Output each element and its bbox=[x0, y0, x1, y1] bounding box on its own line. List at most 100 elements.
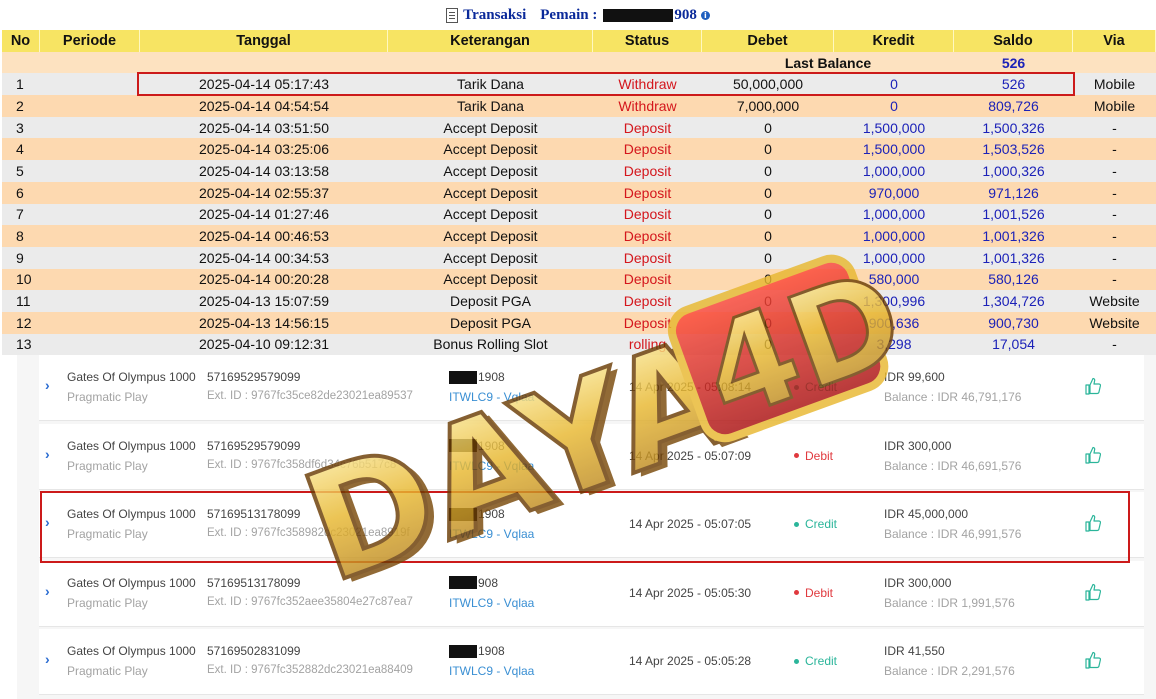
cell-kredit: 1,500,000 bbox=[834, 138, 954, 161]
agent-link[interactable]: ITWLC9 - Vqlaa bbox=[449, 390, 534, 404]
bet-id: 57169502831099 bbox=[207, 644, 301, 658]
username: 1908 bbox=[449, 644, 505, 658]
bet-type: Debit bbox=[794, 449, 833, 463]
bet-history-list: › Gates Of Olympus 1000 Pragmatic Play 5716… bbox=[17, 355, 1156, 699]
list-item[interactable]: › Gates Of Olympus 1000 Pragmatic Play 5716… bbox=[39, 492, 1144, 558]
list-item[interactable]: › Gates Of Olympus 1000 Pragmatic Play 5716… bbox=[39, 423, 1144, 490]
agent-link[interactable]: ITWLC9 - Vqlaa bbox=[449, 664, 534, 678]
bet-balance: Balance : IDR 46,791,176 bbox=[884, 390, 1022, 404]
cell-via: Mobile bbox=[1073, 95, 1156, 117]
table-row: 2 2025-04-14 04:54:54 Tarik Dana Withdraw 7,… bbox=[2, 95, 1156, 117]
cell-no: 7 bbox=[2, 203, 40, 226]
last-balance-label: Last Balance bbox=[702, 51, 954, 74]
table-row: 5 2025-04-14 03:13:58 Accept Deposit Deposi… bbox=[2, 160, 1156, 182]
game-name: Gates Of Olympus 1000 bbox=[67, 438, 196, 453]
bet-amount: IDR 99,600 bbox=[884, 370, 945, 384]
page-title: Transaksi Pemain : 908 i bbox=[0, 0, 1156, 30]
username-suffix: 1908 bbox=[478, 370, 505, 384]
list-item[interactable]: › Gates Of Olympus 1000 Pragmatic Play 5716… bbox=[39, 560, 1144, 627]
thumbs-up-icon[interactable] bbox=[1085, 514, 1101, 532]
info-icon[interactable]: i bbox=[700, 10, 710, 20]
cell-no: 13 bbox=[2, 333, 40, 356]
list-item[interactable]: › Gates Of Olympus 1000 Pragmatic Play 5716… bbox=[39, 629, 1144, 695]
cell-periode bbox=[40, 160, 140, 182]
cell-keterangan: Accept Deposit bbox=[388, 203, 593, 226]
thumbs-up-icon[interactable] bbox=[1085, 651, 1101, 669]
cell-no: 2 bbox=[2, 95, 40, 117]
table-row: 1 2025-04-14 05:17:43 Tarik Dana Withdraw 50… bbox=[2, 73, 1156, 96]
username: 1908 bbox=[449, 370, 505, 384]
chevron-right-icon[interactable]: › bbox=[45, 651, 50, 667]
cell-debet: 0 bbox=[702, 333, 834, 356]
agent-link[interactable]: ITWLC9 - Vqlaa bbox=[449, 527, 534, 541]
cell-no: 1 bbox=[2, 73, 40, 96]
cell-no: 10 bbox=[2, 268, 40, 291]
thumbs-up-icon[interactable] bbox=[1085, 583, 1101, 601]
agent-link[interactable]: ITWLC9 - Vqlaa bbox=[449, 459, 534, 473]
cell-status: Deposit bbox=[593, 311, 702, 334]
bet-balance: Balance : IDR 46,691,576 bbox=[884, 458, 1022, 473]
bet-amount: IDR 45,000,000 bbox=[884, 507, 969, 521]
cell-kredit: 580,000 bbox=[834, 268, 954, 291]
cell-kredit: 900,636 bbox=[834, 311, 954, 334]
cell-keterangan: Tarik Dana bbox=[388, 95, 593, 117]
thumbs-up-icon[interactable] bbox=[1085, 377, 1101, 395]
bet-datetime: 14 Apr 2025 - 05:07:09 bbox=[629, 448, 752, 463]
chevron-right-icon[interactable]: › bbox=[45, 514, 50, 530]
cell-tanggal: 2025-04-14 02:55:37 bbox=[140, 181, 388, 204]
cell-status: Deposit bbox=[593, 116, 702, 139]
table-row: 12 2025-04-13 14:56:15 Deposit PGA Deposit 0… bbox=[2, 311, 1156, 334]
redacted-username bbox=[449, 507, 477, 521]
bet-balance: Balance : IDR 1,991,576 bbox=[884, 595, 1015, 610]
list-item[interactable]: › Gates Of Olympus 1000 Pragmatic Play 5716… bbox=[39, 355, 1144, 421]
thumbs-up-icon[interactable] bbox=[1085, 446, 1101, 464]
cell-kredit: 1,300,996 bbox=[834, 290, 954, 312]
cell-debet: 0 bbox=[702, 160, 834, 182]
cell-keterangan: Accept Deposit bbox=[388, 268, 593, 291]
cell-debet: 0 bbox=[702, 268, 834, 291]
chevron-right-icon[interactable]: › bbox=[45, 583, 50, 599]
cell-tanggal: 2025-04-14 03:13:58 bbox=[140, 160, 388, 182]
cell-kredit: 1,000,000 bbox=[834, 160, 954, 182]
cell-via: - bbox=[1073, 116, 1156, 139]
username-suffix: 1908 bbox=[478, 507, 505, 521]
last-balance-row: Last Balance 526 bbox=[2, 51, 1156, 74]
chevron-right-icon[interactable]: › bbox=[45, 446, 50, 462]
table-header: No Periode Tanggal Keterangan Status Deb… bbox=[2, 30, 1156, 52]
bet-amount: IDR 41,550 bbox=[884, 644, 945, 658]
table-row: 8 2025-04-14 00:46:53 Accept Deposit Deposi… bbox=[2, 225, 1156, 247]
chevron-right-icon[interactable]: › bbox=[45, 377, 50, 393]
game-name: Gates Of Olympus 1000 bbox=[67, 370, 196, 384]
header-debet: Debet bbox=[702, 30, 834, 52]
cell-kredit: 1,000,000 bbox=[834, 203, 954, 226]
cell-kredit: 1,500,000 bbox=[834, 116, 954, 139]
cell-via: Website bbox=[1073, 311, 1156, 334]
cell-saldo: 900,730 bbox=[954, 311, 1073, 334]
agent-link[interactable]: ITWLC9 - Vqlaa bbox=[449, 596, 534, 610]
bet-amount: IDR 300,000 bbox=[884, 438, 952, 453]
cell-debet: 0 bbox=[702, 225, 834, 247]
ext-id: Ext. ID : 9767fc352aee35804e27c87ea7 bbox=[207, 595, 413, 608]
cell-kredit: 0 bbox=[834, 95, 954, 117]
cell-periode bbox=[40, 181, 140, 204]
cell-status: Deposit bbox=[593, 290, 702, 312]
cell-saldo: 1,001,326 bbox=[954, 225, 1073, 247]
status-dot-icon bbox=[794, 590, 799, 595]
cell-keterangan: Accept Deposit bbox=[388, 138, 593, 161]
cell-keterangan: Accept Deposit bbox=[388, 181, 593, 204]
game-name: Gates Of Olympus 1000 bbox=[67, 644, 196, 658]
bet-id: 57169529579099 bbox=[207, 370, 301, 384]
bet-type: Credit bbox=[794, 517, 837, 531]
cell-periode bbox=[40, 225, 140, 247]
header-periode: Periode bbox=[40, 30, 140, 52]
cell-no: 5 bbox=[2, 160, 40, 182]
cell-no: 12 bbox=[2, 311, 40, 334]
redacted-username bbox=[603, 8, 674, 22]
bet-type-label: Debit bbox=[805, 448, 834, 463]
status-dot-icon bbox=[794, 658, 799, 664]
cell-periode bbox=[40, 333, 140, 356]
cell-keterangan: Accept Deposit bbox=[388, 246, 593, 269]
provider-name: Pragmatic Play bbox=[67, 664, 148, 678]
table-row: 11 2025-04-13 15:07:59 Deposit PGA Deposit 0… bbox=[2, 290, 1156, 312]
bet-datetime: 14 Apr 2025 - 05:05:28 bbox=[629, 654, 752, 668]
